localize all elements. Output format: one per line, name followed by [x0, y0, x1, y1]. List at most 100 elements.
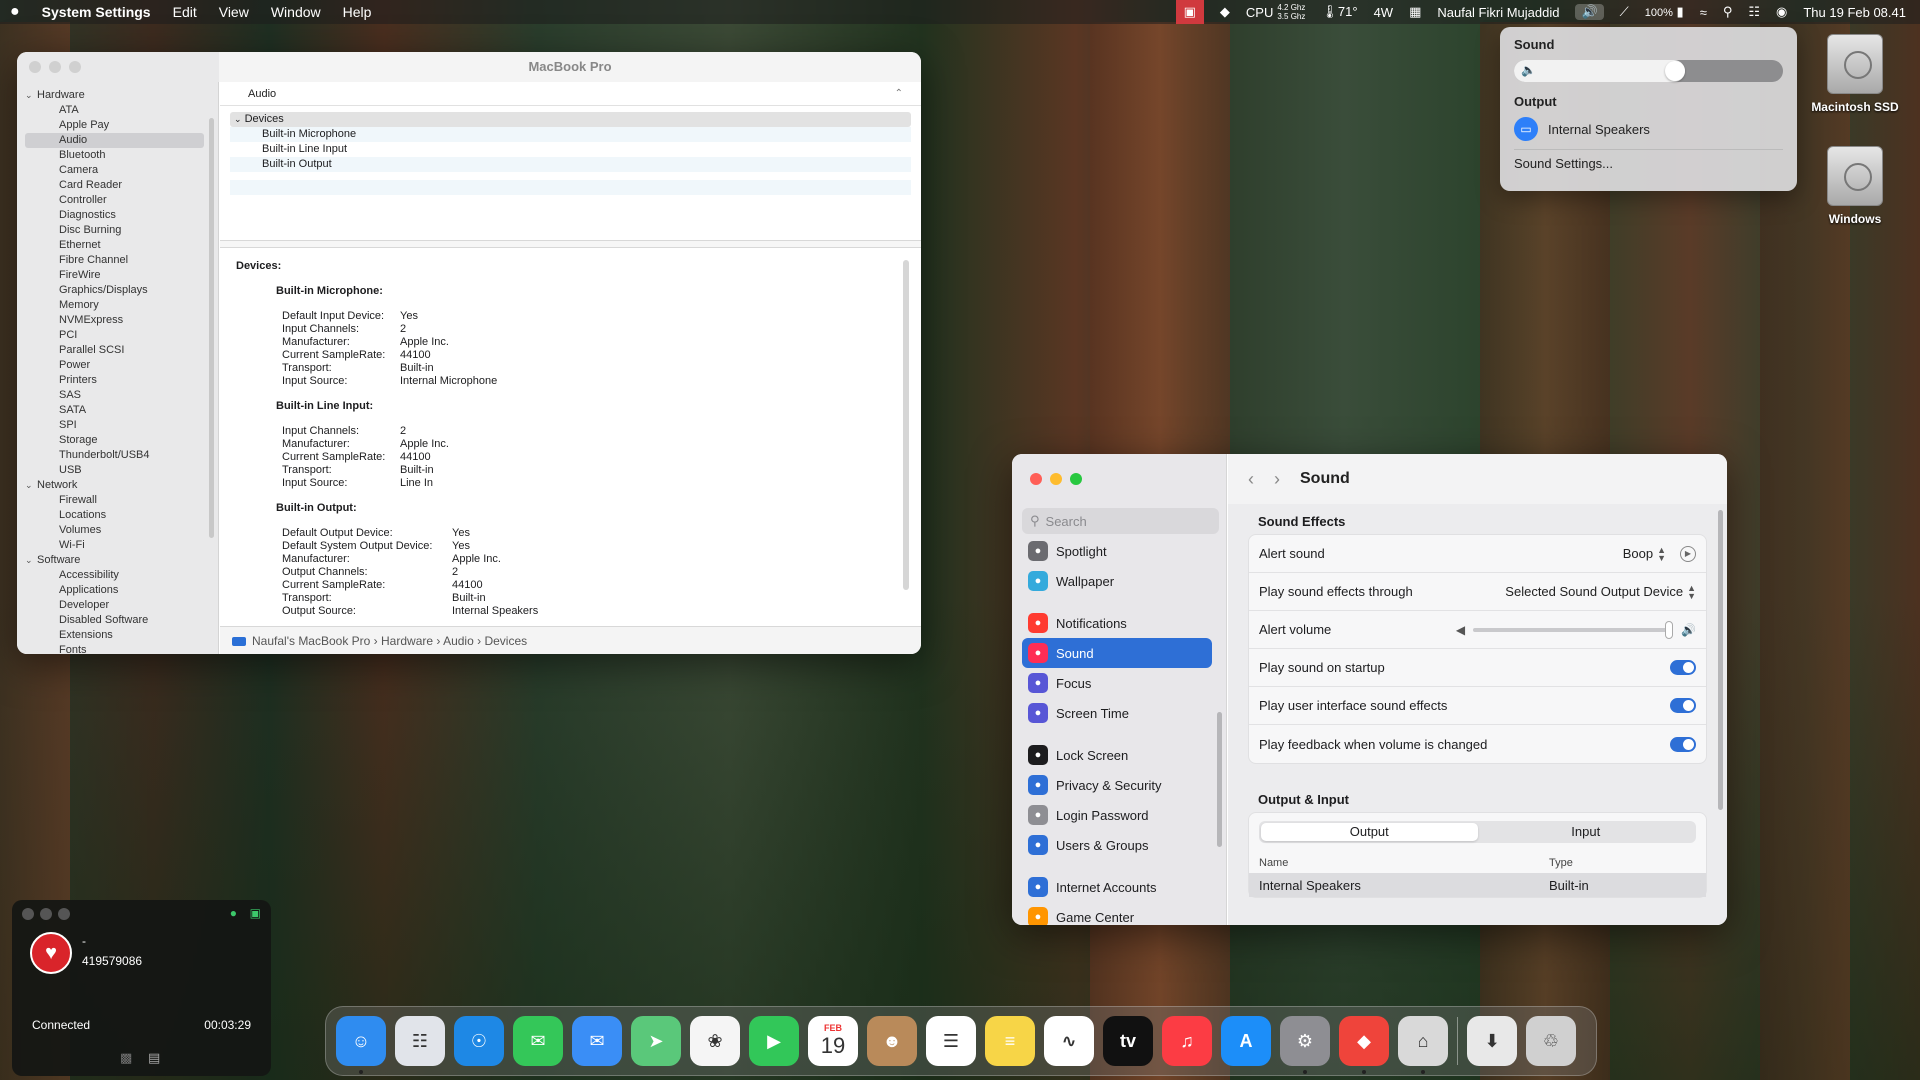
system-information-icon[interactable]: ⌂: [1398, 1016, 1448, 1074]
sidebar-item-wallpaper[interactable]: ● Wallpaper: [1022, 566, 1212, 596]
chat-icon[interactable]: ▤: [148, 1050, 160, 1066]
path-item[interactable]: Audio: [443, 634, 474, 648]
sidebar-item[interactable]: NVMExpress: [25, 313, 218, 328]
volume-slider[interactable]: 🔈: [1514, 60, 1783, 82]
sidebar-item-focus[interactable]: ● Focus: [1022, 668, 1212, 698]
tab-input[interactable]: Input: [1478, 823, 1695, 841]
wifi-icon[interactable]: ≈: [1700, 5, 1707, 20]
lock-icon[interactable]: ●: [230, 906, 237, 920]
trash-icon[interactable]: ♲: [1526, 1016, 1576, 1066]
reminders-icon[interactable]: ☰: [926, 1016, 976, 1066]
freeform-icon[interactable]: ∿: [1044, 1016, 1094, 1066]
sidebar-item[interactable]: FireWire: [25, 268, 218, 283]
search-field[interactable]: ⚲ Search: [1022, 508, 1219, 534]
minimize-button[interactable]: [49, 61, 61, 73]
sidebar-item[interactable]: Fibre Channel: [25, 253, 218, 268]
alert-volume-slider[interactable]: [1473, 620, 1674, 639]
zoom-button[interactable]: [58, 908, 70, 920]
sidebar-item[interactable]: Applications: [25, 583, 218, 598]
volume-feedback-toggle[interactable]: [1670, 736, 1696, 752]
play-icon[interactable]: ▶: [1680, 545, 1696, 562]
slider-knob[interactable]: [1665, 620, 1674, 639]
split-divider[interactable]: [220, 240, 921, 248]
sidebar-item-lock-screen[interactable]: ● Lock Screen: [1022, 740, 1212, 770]
desktop-disk-windows[interactable]: Windows: [1800, 146, 1910, 226]
sidebar-item[interactable]: Wi-Fi: [25, 538, 218, 553]
screen-icon[interactable]: ▣: [250, 906, 261, 920]
sidebar-item[interactable]: Bluetooth: [25, 148, 218, 163]
sidebar-item-users-groups[interactable]: ● Users & Groups: [1022, 830, 1212, 860]
control-center-icon[interactable]: ☷: [1748, 4, 1760, 20]
sidebar-item[interactable]: Accessibility: [25, 568, 218, 583]
minimize-button[interactable]: [1050, 473, 1062, 485]
section-header[interactable]: Audio ⌃: [220, 82, 921, 106]
sidebar-item[interactable]: Memory: [25, 298, 218, 313]
facetime-icon[interactable]: ▶: [749, 1016, 799, 1066]
sidebar-item-notifications[interactable]: ● Notifications: [1022, 608, 1212, 638]
ui-effects-toggle[interactable]: [1670, 698, 1696, 713]
siri-icon[interactable]: ◉: [1776, 4, 1787, 20]
appstore-icon[interactable]: A: [1221, 1016, 1271, 1066]
sidebar-item[interactable]: Audio: [25, 133, 204, 148]
sidebar-item-sound[interactable]: ● Sound: [1022, 638, 1212, 668]
sidebar-item[interactable]: Card Reader: [25, 178, 218, 193]
appletv-icon[interactable]: tv: [1103, 1016, 1153, 1066]
sidebar-item[interactable]: Storage: [25, 433, 218, 448]
sidebar-item[interactable]: Controller: [25, 193, 218, 208]
notes-icon[interactable]: ≡: [985, 1016, 1035, 1066]
clock[interactable]: Thu 19 Feb 08.41: [1803, 5, 1906, 20]
messages-icon[interactable]: ✉: [513, 1016, 563, 1066]
sidebar-item[interactable]: SPI: [25, 418, 218, 433]
sidebar-item[interactable]: Power: [25, 358, 218, 373]
sound-settings-link[interactable]: Sound Settings...: [1514, 156, 1783, 171]
maps-icon[interactable]: ➤: [631, 1016, 681, 1066]
sidebar-scrollbar[interactable]: [209, 118, 214, 538]
desktop-disk-macintosh-ssd[interactable]: Macintosh SSD: [1800, 34, 1910, 114]
sidebar-item[interactable]: Printers: [25, 373, 218, 388]
sidebar-item[interactable]: Disc Burning: [25, 223, 218, 238]
sidebar-category-software[interactable]: ⌄ Software: [25, 553, 218, 568]
tree-group-devices[interactable]: ⌄ Devices: [230, 112, 911, 127]
contacts-icon[interactable]: ☻: [867, 1016, 917, 1066]
content-scrollbar[interactable]: [1718, 510, 1723, 810]
back-arrow-icon[interactable]: ‹: [1248, 469, 1254, 490]
tree-row[interactable]: Built-in Output: [230, 157, 911, 172]
alert-sound-popup[interactable]: Boop ▲ ▼ ▶: [1623, 545, 1696, 562]
launchpad-icon[interactable]: ☷: [395, 1016, 445, 1066]
calendar-icon[interactable]: FEB 19: [808, 1016, 858, 1066]
screenshot-icon[interactable]: ▦: [1409, 4, 1421, 20]
sidebar-item[interactable]: Developer: [25, 598, 218, 613]
menu-window[interactable]: Window: [271, 4, 321, 20]
sidebar-item-spotlight[interactable]: ● Spotlight: [1022, 536, 1212, 566]
chevron-down-icon[interactable]: ⌄: [25, 88, 37, 103]
screen-record-icon[interactable]: ▣: [1175, 0, 1204, 24]
sidebar-item[interactable]: Locations: [25, 508, 218, 523]
sidebar-item[interactable]: USB: [25, 463, 218, 478]
tree-row[interactable]: Built-in Line Input: [230, 142, 911, 157]
finder-icon[interactable]: ☺: [336, 1016, 386, 1074]
forward-arrow-icon[interactable]: ›: [1274, 469, 1280, 490]
sidebar-scrollbar[interactable]: [1217, 712, 1222, 847]
chevron-up-icon[interactable]: ⌃: [895, 82, 903, 106]
chevron-down-icon[interactable]: ⌄: [25, 478, 37, 493]
sidebar-item[interactable]: SAS: [25, 388, 218, 403]
mail-icon[interactable]: ✉: [572, 1016, 622, 1066]
details-scrollbar[interactable]: [903, 260, 909, 590]
file-transfer-icon[interactable]: ▩: [120, 1050, 132, 1066]
menu-edit[interactable]: Edit: [173, 4, 197, 20]
user-name[interactable]: Naufal Fikri Mujaddid: [1437, 5, 1559, 20]
close-button[interactable]: [22, 908, 34, 920]
tree-row[interactable]: Built-in Microphone: [230, 127, 911, 142]
battery-status[interactable]: 100% ▮: [1645, 4, 1684, 20]
close-button[interactable]: [29, 61, 41, 73]
anydesk-status-icon[interactable]: ◆: [1220, 4, 1230, 20]
sidebar-category-network[interactable]: ⌄ Network: [25, 478, 218, 493]
downloads-stack-icon[interactable]: ⬇: [1467, 1016, 1517, 1066]
path-item[interactable]: Naufal's MacBook Pro: [252, 634, 370, 648]
anydesk-icon[interactable]: ◆: [1339, 1016, 1389, 1074]
menu-view[interactable]: View: [219, 4, 249, 20]
sidebar-item-privacy-security[interactable]: ● Privacy & Security: [1022, 770, 1212, 800]
sidebar-item-internet-accounts[interactable]: ● Internet Accounts: [1022, 872, 1212, 902]
sidebar-item[interactable]: Parallel SCSI: [25, 343, 218, 358]
volume-icon[interactable]: 🔊: [1575, 4, 1604, 20]
